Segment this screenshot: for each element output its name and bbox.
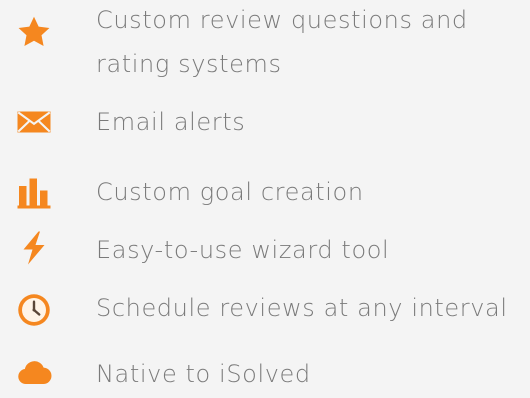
feature-label: Schedule reviews at any interval xyxy=(96,286,508,330)
feature-label-line: Email alerts xyxy=(96,108,246,136)
star-icon xyxy=(16,14,52,50)
feature-label: Easy-to-use wizard tool xyxy=(96,228,389,272)
feature-label-line: Schedule reviews at any interval xyxy=(96,294,508,322)
feature-label-line: Native to iSolved xyxy=(96,360,311,388)
feature-list: Custom review questions and rating syste… xyxy=(0,0,530,398)
clock-icon xyxy=(16,292,52,328)
feature-label-line: Custom goal creation xyxy=(96,178,364,206)
lightning-bolt-icon xyxy=(16,230,52,266)
feature-label: Custom review questions and rating syste… xyxy=(96,0,468,86)
feature-label: Native to iSolved xyxy=(96,352,311,396)
cloud-icon xyxy=(16,354,52,390)
feature-label: Email alerts xyxy=(96,100,245,144)
bar-chart-icon xyxy=(16,174,52,210)
feature-label: Custom goal creation xyxy=(96,170,364,214)
feature-label-line: rating systems xyxy=(96,50,282,78)
feature-label-line: Custom review questions and xyxy=(96,6,468,34)
feature-label-line: Easy-to-use wizard tool xyxy=(96,236,390,264)
envelope-icon xyxy=(16,104,52,140)
